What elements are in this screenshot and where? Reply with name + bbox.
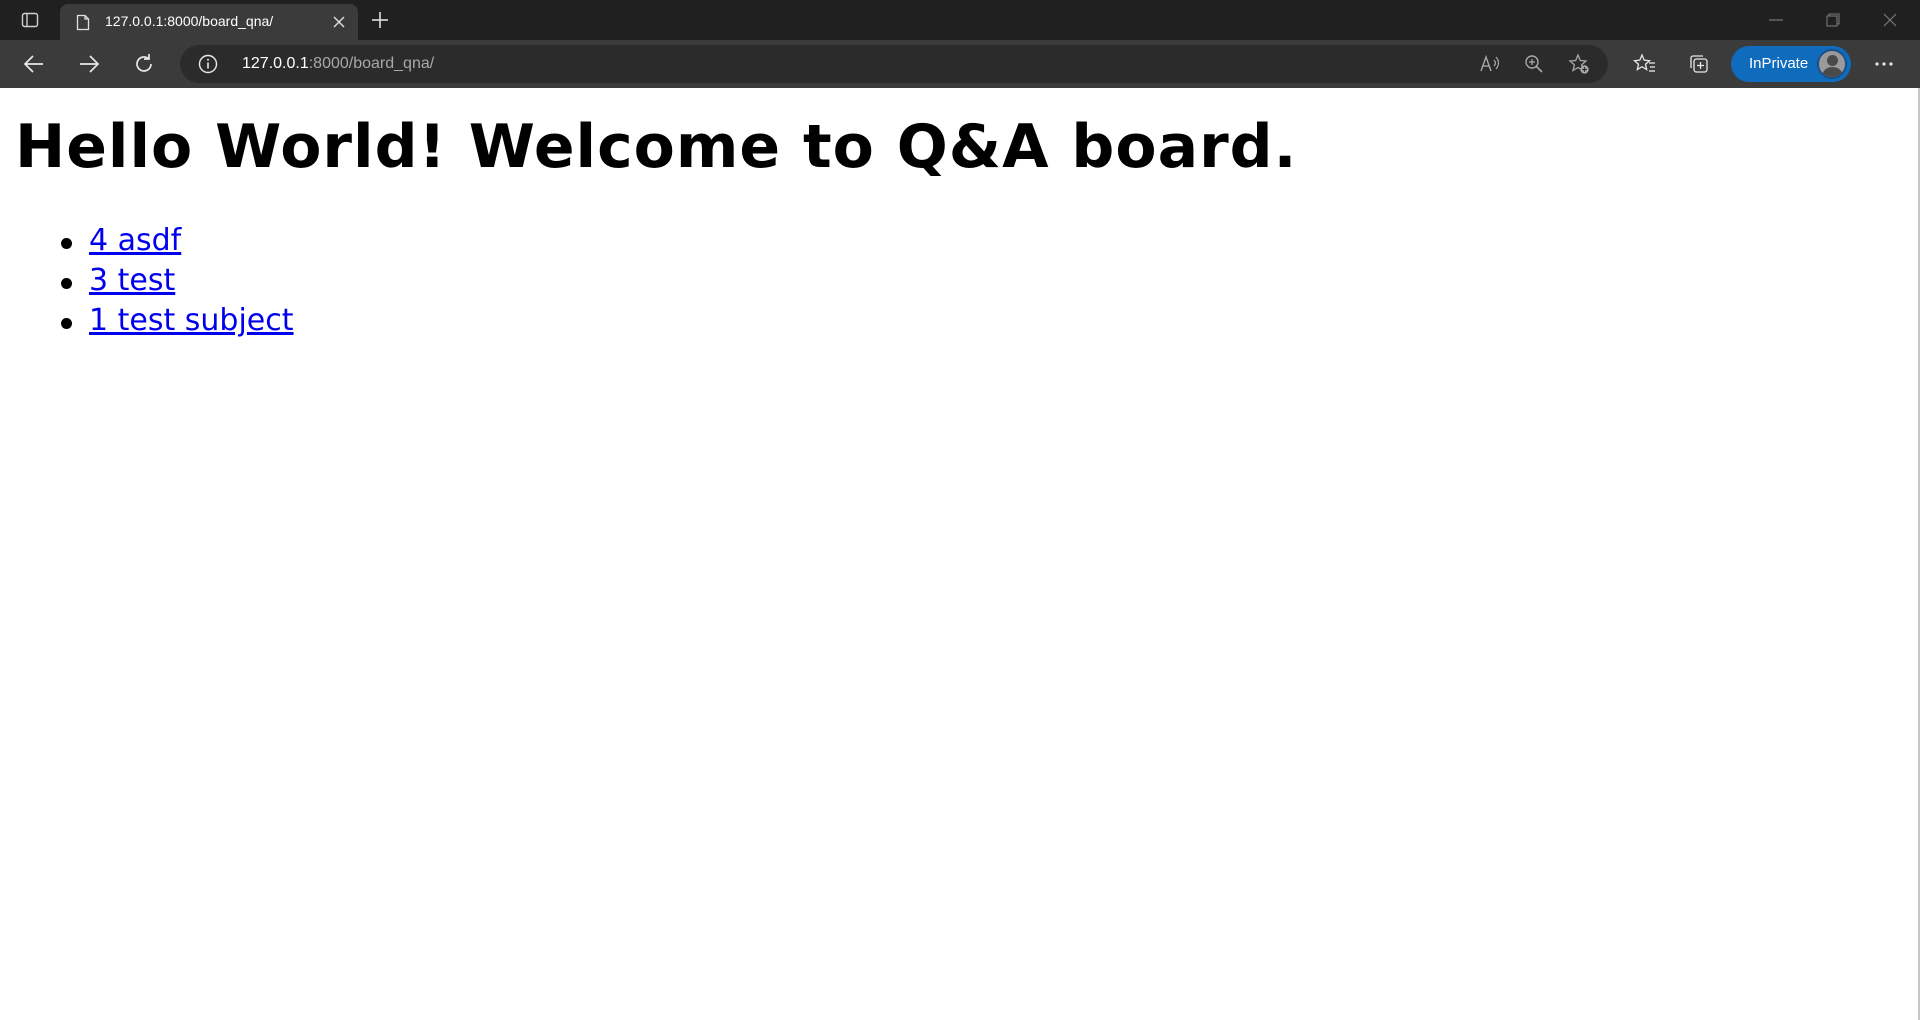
more-icon[interactable] bbox=[1866, 48, 1902, 80]
tab-bar: 127.0.0.1:8000/board_qna/ bbox=[0, 0, 1920, 40]
inprivate-button[interactable]: InPrivate bbox=[1731, 46, 1851, 82]
browser-tab[interactable]: 127.0.0.1:8000/board_qna/ bbox=[60, 4, 358, 40]
info-icon[interactable] bbox=[198, 54, 218, 74]
read-aloud-icon[interactable] bbox=[1477, 52, 1503, 76]
url-host: 127.0.0.1 bbox=[242, 55, 309, 72]
browser-toolbar: 127.0.0.1:8000/board_qna/ InPrivate bbox=[0, 40, 1920, 88]
favorites-icon[interactable] bbox=[1627, 48, 1663, 80]
restore-icon[interactable] bbox=[1805, 0, 1861, 40]
question-link-1[interactable]: 1 test subject bbox=[89, 303, 294, 338]
list-bullet bbox=[61, 278, 72, 289]
list-bullet bbox=[61, 238, 72, 249]
page-viewport: Hello World! Welcome to Q&A board. 4 asd… bbox=[0, 88, 1920, 1020]
zoom-in-icon[interactable] bbox=[1521, 52, 1547, 76]
avatar bbox=[1817, 49, 1847, 79]
question-link-3[interactable]: 3 test bbox=[89, 263, 175, 298]
arrow-right-icon[interactable] bbox=[71, 48, 107, 80]
document-icon bbox=[74, 13, 92, 31]
tab-title: 127.0.0.1:8000/board_qna/ bbox=[105, 13, 274, 29]
inprivate-label: InPrivate bbox=[1749, 55, 1809, 72]
star-add-icon[interactable] bbox=[1566, 52, 1592, 76]
question-link-4[interactable]: 4 asdf bbox=[89, 223, 181, 258]
plus-icon[interactable] bbox=[366, 6, 394, 34]
collections-icon[interactable] bbox=[1681, 48, 1717, 80]
arrow-left-icon[interactable] bbox=[16, 48, 52, 80]
url-path: :8000/board_qna/ bbox=[308, 55, 435, 72]
address-bar[interactable]: 127.0.0.1:8000/board_qna/ bbox=[180, 45, 1608, 83]
tab-actions-icon[interactable] bbox=[8, 4, 52, 36]
list-bullet bbox=[61, 318, 72, 329]
close-icon[interactable] bbox=[328, 11, 350, 33]
refresh-icon[interactable] bbox=[126, 48, 162, 80]
window-close-icon[interactable] bbox=[1862, 0, 1918, 40]
avatar-head bbox=[1827, 55, 1838, 66]
avatar-body bbox=[1822, 67, 1843, 77]
page-title: Hello World! Welcome to Q&A board. bbox=[15, 112, 1298, 182]
url-text[interactable]: 127.0.0.1:8000/board_qna/ bbox=[242, 55, 434, 73]
minimize-icon[interactable] bbox=[1748, 0, 1804, 40]
